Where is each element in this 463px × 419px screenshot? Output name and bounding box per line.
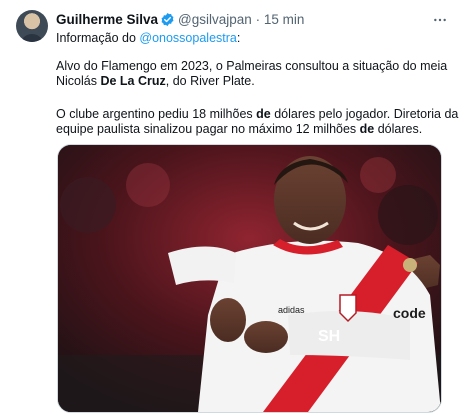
tweet-photo[interactable]: code SH adidas: [57, 144, 442, 413]
player-name-bold: De La Cruz: [100, 74, 166, 88]
text-segment: O clube argentino pediu 18 milhões: [56, 107, 257, 121]
text-segment: dólares pelo jogador. Diretoria da: [270, 107, 459, 121]
player-photo-illustration: [58, 145, 441, 412]
tweet-text-paragraph-2-line-1: O clube argentino pediu 18 milhões de dó…: [56, 106, 458, 122]
chest-sponsor-text: SH: [318, 328, 341, 345]
tweet-text-paragraph-2-line-2: equipe paulista sinalizou pagar no máxim…: [56, 121, 422, 137]
author-avatar[interactable]: [16, 10, 48, 42]
tweet-text-paragraph-1-line-1: Alvo do Flamengo em 2023, o Palmeiras co…: [56, 59, 448, 73]
text-segment: Nicolás: [56, 74, 101, 88]
tweet-text-line-1: Informação do @onossopalestra:: [56, 30, 240, 46]
text-segment: :: [236, 31, 241, 45]
separator-dot: ·: [255, 12, 261, 27]
author-name[interactable]: Guilherme Silva: [56, 12, 158, 27]
text-bold: de: [359, 122, 375, 136]
tweet-header: Guilherme Silva @gsilvajpan · 15 min: [56, 11, 451, 29]
text-segment: Informação do: [56, 31, 140, 45]
verified-badge-icon[interactable]: [160, 12, 175, 32]
text-segment: equipe paulista sinalizou pagar no máxim…: [56, 122, 360, 136]
tweet-text-paragraph-1-line-2: Nicolás De La Cruz, do River Plate.: [56, 73, 255, 89]
more-options-icon[interactable]: [431, 11, 449, 29]
tweet-timestamp[interactable]: 15 min: [264, 12, 305, 27]
tweet-card[interactable]: Guilherme Silva @gsilvajpan · 15 min Info…: [0, 0, 463, 419]
text-segment: dólares.: [374, 122, 423, 136]
mention-link[interactable]: @onossopalestra: [139, 31, 236, 45]
text-segment: , do River Plate.: [165, 74, 255, 88]
kit-brand-logo: adidas: [278, 305, 305, 315]
text-bold: de: [256, 107, 271, 121]
author-handle[interactable]: @gsilvajpan: [178, 12, 252, 27]
sponsor-logo: code: [393, 305, 426, 321]
